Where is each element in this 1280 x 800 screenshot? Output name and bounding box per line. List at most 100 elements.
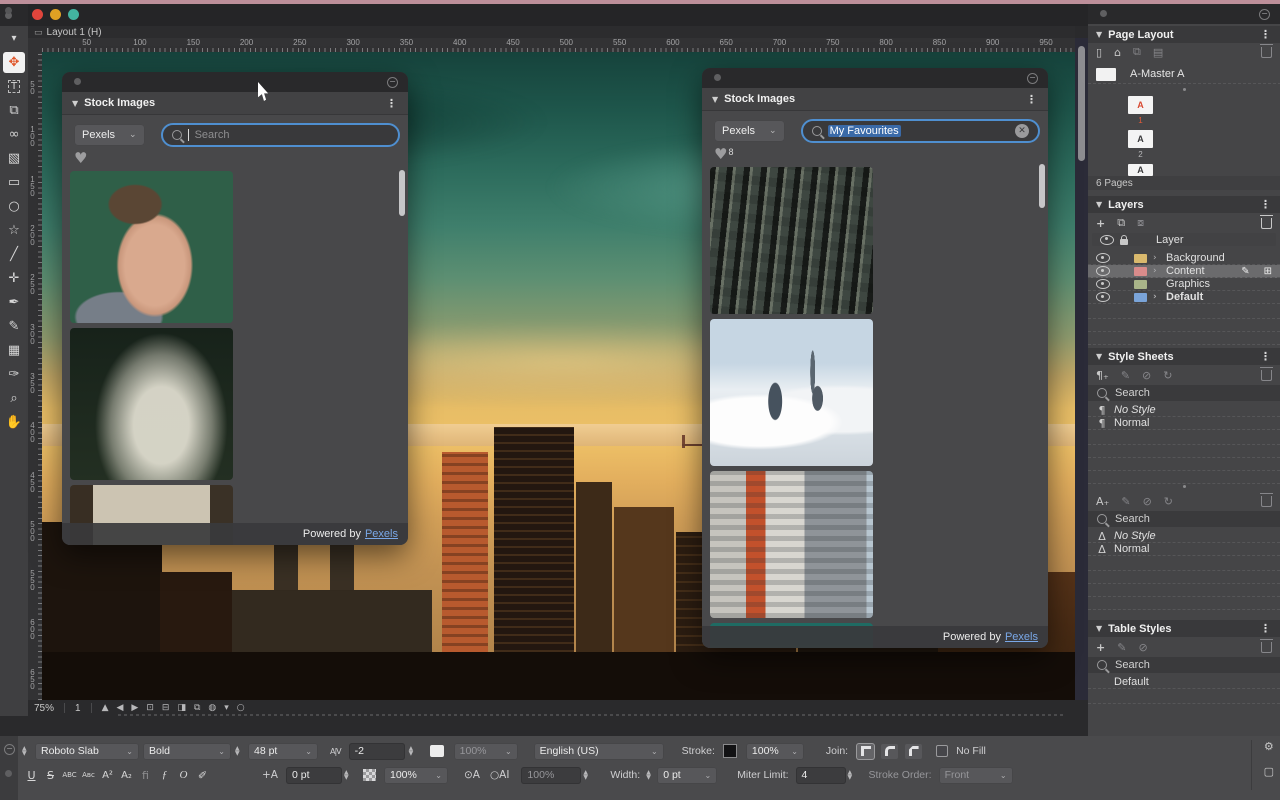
detach-style-icon[interactable]: ⊘ (1138, 641, 1147, 654)
optical-justify-icon[interactable]: ○AI (490, 769, 509, 781)
provider-dropdown[interactable]: Pexels ⌄ (74, 124, 145, 146)
stroke-opacity-dropdown[interactable]: 100% ⌄ (746, 743, 804, 760)
character-style-normal[interactable]: Δ Normal (1088, 543, 1280, 556)
chain-tool[interactable]: ∞ (3, 124, 25, 145)
panel-menu-icon[interactable]: ⋮ (1260, 198, 1272, 211)
add-layer-icon[interactable]: + (1096, 217, 1105, 230)
text-effect-button[interactable]: ABC (60, 771, 79, 779)
panel-header[interactable]: ▼ Stock Images ⋮ (702, 88, 1048, 111)
page-thumbnail[interactable]: A (1128, 96, 1153, 114)
stroke-width-dropdown[interactable]: 0 pt ⌄ (657, 767, 717, 784)
master-page-thumbnail[interactable] (1096, 68, 1116, 81)
zoom-level[interactable]: 75% (34, 703, 54, 714)
table-style-search[interactable]: Search (1088, 657, 1280, 673)
line-tool[interactable]: ╱ (3, 244, 25, 265)
statusbar-icon[interactable]: ○ (237, 703, 245, 713)
delete-style-icon[interactable] (1261, 642, 1272, 653)
background-opacity-dropdown[interactable]: 100% ⌄ (384, 767, 448, 784)
statusbar-icon[interactable]: ◨ (177, 703, 186, 713)
text-effect-button[interactable]: Aʙᴄ (79, 771, 98, 779)
stock-search-input[interactable]: My Favourites ✕ (801, 119, 1040, 143)
layer-row-default[interactable]: › Default (1088, 291, 1280, 304)
panel-menu-icon[interactable]: ⋮ (1026, 93, 1038, 106)
page-item-2[interactable]: A 2 (1128, 130, 1153, 159)
character-style-search[interactable]: Search (1088, 511, 1280, 527)
provider-dropdown[interactable]: Pexels ⌄ (714, 120, 785, 142)
page-item-3[interactable]: A (1128, 164, 1153, 176)
page-item-1[interactable]: A 1 (1128, 96, 1153, 125)
page-layout-header[interactable]: ▼ Page Layout ⋮ (1088, 26, 1280, 43)
node-tool[interactable]: ✛ (3, 268, 25, 289)
text-effect-button[interactable]: ✐ (193, 769, 212, 782)
canvas-vertical-scrollbar[interactable] (1075, 38, 1088, 700)
pencil-tool[interactable]: ✎ (3, 316, 25, 337)
font-style-dropdown[interactable]: Bold ⌄ (143, 743, 231, 760)
panel-scrollbar-thumb[interactable] (399, 170, 405, 216)
window-controls[interactable] (32, 9, 79, 20)
join-round-button[interactable] (881, 744, 898, 759)
text-fill-swatch[interactable] (430, 745, 444, 757)
text-frame-tool[interactable]: T (3, 76, 25, 97)
font-family-dropdown[interactable]: Roboto Slab ⌄ (35, 743, 139, 760)
statusbar-icon[interactable]: ⊡ (146, 703, 154, 713)
stock-image-apartment[interactable] (710, 471, 873, 618)
panel-menu-icon[interactable]: ⋮ (1260, 28, 1272, 41)
panel-header[interactable]: ▼ Stock Images ⋮ (62, 92, 408, 115)
panel-menu-icon[interactable]: ⋮ (1260, 350, 1272, 363)
update-style-icon[interactable]: ↻ (1164, 495, 1173, 508)
frame-link-tool[interactable]: ⧉ (3, 100, 25, 121)
stock-image-portrait[interactable] (70, 171, 233, 323)
layer-row-graphics[interactable]: Graphics (1088, 278, 1280, 291)
group-layer-icon[interactable]: ⧇ (1137, 216, 1144, 230)
stock-image-city-clouds[interactable] (710, 319, 873, 466)
paragraph-style-normal[interactable]: ¶ Normal (1088, 417, 1280, 430)
statusbar-icon[interactable]: ⧉ (194, 703, 200, 713)
add-paragraph-style-icon[interactable]: ¶₊ (1096, 369, 1109, 382)
stock-image-city-aerial[interactable] (710, 167, 873, 314)
visibility-eye-icon[interactable] (1096, 292, 1110, 302)
pexels-link[interactable]: Pexels (365, 528, 398, 540)
panel-titlebar[interactable]: − (62, 72, 408, 92)
panel-menu-icon[interactable]: ⋮ (1260, 622, 1272, 635)
statusbar-icon[interactable]: ▾ (224, 703, 229, 713)
delete-page-icon[interactable] (1261, 47, 1272, 58)
font-stepper[interactable]: ▲▼ (22, 746, 31, 756)
paragraph-style-search[interactable]: Search (1088, 385, 1280, 401)
panel-titlebar[interactable]: − (702, 68, 1048, 88)
zoom-tool[interactable]: ⌕ (3, 388, 25, 409)
collapse-panel-icon[interactable]: − (387, 77, 398, 88)
document-tab[interactable]: ▭ Layout 1 (H) (34, 27, 102, 38)
font-size-stepper[interactable]: ▲▼ (235, 746, 244, 756)
view-pan-tool[interactable]: ✋ (3, 412, 25, 433)
add-page-icon[interactable]: ▯ (1096, 46, 1102, 59)
stock-image-veil[interactable] (70, 328, 233, 480)
visibility-eye-icon[interactable] (1096, 279, 1110, 289)
text-effect-button[interactable]: U (22, 769, 41, 782)
statusbar-icon[interactable]: ◀ (117, 703, 124, 713)
favourites-heart-icon[interactable]: ♥ (74, 151, 87, 165)
favourites-heart-icon[interactable]: ♥ (714, 147, 727, 161)
language-dropdown[interactable]: English (US) ⌄ (534, 743, 664, 760)
minimize-window-button[interactable] (50, 9, 61, 20)
edit-layer-icon[interactable]: ✎ (1241, 266, 1249, 277)
optical-scale-field[interactable]: 100% (521, 767, 581, 784)
no-fill-checkbox[interactable] (936, 745, 948, 757)
panel-scrollbar-thumb[interactable] (1039, 164, 1045, 208)
table-styles-header[interactable]: ▼ Table Styles ⋮ (1088, 620, 1280, 637)
tools-menu-arrow[interactable]: ▾ (3, 28, 25, 49)
visibility-eye-icon[interactable] (1096, 266, 1110, 276)
add-table-style-icon[interactable]: + (1096, 641, 1105, 654)
style-sheets-header[interactable]: ▼ Style Sheets ⋮ (1088, 348, 1280, 365)
pen-tool[interactable]: ✒ (3, 292, 25, 313)
visibility-eye-icon[interactable] (1096, 253, 1110, 263)
page-thumbnail[interactable]: A (1128, 130, 1153, 148)
star-tool[interactable]: ☆ (3, 220, 25, 241)
edit-style-icon[interactable]: ✎ (1121, 369, 1130, 382)
layer-options-icon[interactable]: ⊞ (1264, 266, 1272, 277)
stock-search-input[interactable]: Search (161, 123, 400, 147)
statusbar-icon[interactable]: ▲ (102, 703, 109, 713)
page-thumbnail[interactable]: A (1128, 164, 1153, 176)
pexels-link[interactable]: Pexels (1005, 631, 1038, 643)
clear-search-icon[interactable]: ✕ (1015, 124, 1029, 138)
duplicate-layer-icon[interactable]: ⧉ (1117, 216, 1125, 230)
